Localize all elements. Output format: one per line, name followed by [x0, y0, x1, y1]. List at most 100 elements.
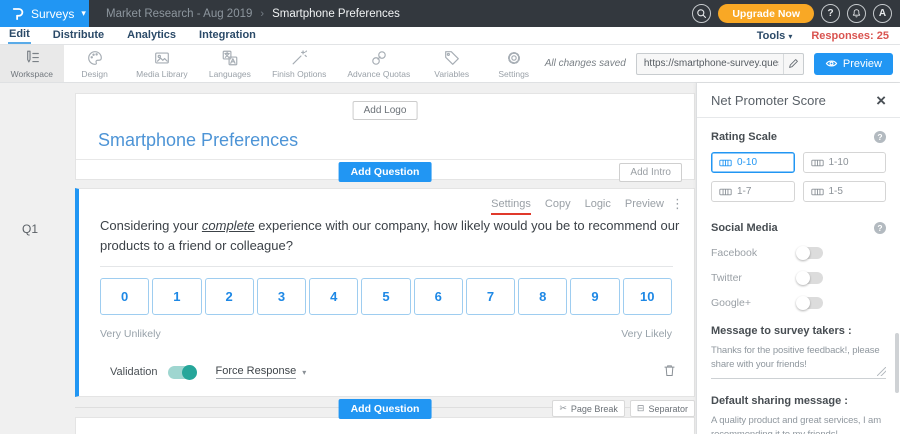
scale-option-5[interactable]: 5 — [361, 278, 410, 315]
search-button[interactable] — [692, 4, 711, 23]
responses-count[interactable]: Responses: 25 — [811, 30, 889, 42]
gear-icon — [505, 49, 523, 67]
topbar: Surveys ▾ Market Research - Aug 2019 › S… — [0, 0, 900, 27]
panel-header: Net Promoter Score × — [711, 83, 886, 117]
scale-option-2[interactable]: 2 — [205, 278, 254, 315]
scale-option-3[interactable]: 3 — [257, 278, 306, 315]
separator-button[interactable]: ⊟ Separator — [630, 400, 695, 417]
menu-integration[interactable]: Integration — [198, 28, 257, 43]
social-row-twitter: Twitter — [711, 272, 886, 284]
toolbar-advance-quotas[interactable]: Advance Quotas — [337, 45, 421, 82]
upgrade-now-button[interactable]: Upgrade Now — [718, 4, 814, 23]
add-question-row: Add Question ✂ Page Break ⊟ Separator — [75, 399, 695, 417]
tab-preview[interactable]: Preview — [625, 198, 664, 215]
insert-buttons: ✂ Page Break ⊟ Separator — [552, 400, 695, 417]
scale-type-0-10[interactable]: 0-10 — [711, 152, 795, 173]
translate-icon — [221, 49, 239, 67]
workspace-icon — [23, 49, 41, 67]
help-button[interactable]: ? — [821, 4, 840, 23]
scale-option-8[interactable]: 8 — [518, 278, 567, 315]
add-question-button-bottom[interactable]: Add Question — [339, 399, 432, 419]
message-to-survey-takers-input[interactable]: Thanks for the positive feedback!, pleas… — [711, 344, 886, 379]
tab-logic[interactable]: Logic — [585, 198, 611, 215]
menu-edit[interactable]: Edit — [8, 27, 31, 44]
googleplus-toggle[interactable] — [797, 297, 823, 309]
tab-settings[interactable]: Settings — [491, 198, 531, 215]
validation-toggle[interactable] — [168, 366, 196, 379]
editor-toolbar: Workspace Design Media Library Languages… — [0, 45, 900, 83]
default-sharing-message-input[interactable]: A quality product and great services, I … — [711, 414, 886, 434]
surveys-product-menu[interactable]: Surveys ▾ — [0, 0, 89, 27]
scale-option-10[interactable]: 10 — [623, 278, 672, 315]
validation-type-dropdown[interactable]: Force Response ▾ — [216, 365, 307, 379]
question-text[interactable]: Considering your complete experience wit… — [100, 216, 680, 256]
social-row-googleplus: Google+ — [711, 297, 886, 309]
toolbar-languages[interactable]: Languages — [198, 45, 261, 82]
question-more-menu[interactable]: ⋮ — [671, 197, 684, 210]
edit-url-button[interactable] — [783, 54, 803, 74]
add-question-button-top[interactable]: Add Question — [339, 162, 432, 182]
scale-option-9[interactable]: 9 — [570, 278, 619, 315]
validation-row: Validation Force Response ▾ — [110, 363, 678, 381]
social-media-header: Social Media ? — [711, 222, 886, 234]
rating-scale-label: Rating Scale — [711, 131, 777, 143]
toolbar-variables[interactable]: Variables — [421, 45, 483, 82]
rating-scale-header: Rating Scale ? — [711, 131, 886, 143]
scale-type-1-7[interactable]: 1-7 — [711, 181, 795, 202]
chevron-down-icon: ▾ — [81, 8, 86, 19]
toolbar-workspace[interactable]: Workspace — [0, 45, 64, 82]
scissors-icon: ✂ — [559, 403, 567, 414]
question-settings-panel: Net Promoter Score × Rating Scale ? 0-10… — [696, 83, 900, 434]
default-sharing-message-label: Default sharing message : — [711, 395, 886, 407]
questionpro-logo-icon — [10, 6, 25, 21]
account-button[interactable]: A — [873, 4, 892, 23]
survey-title[interactable]: Smartphone Preferences — [98, 130, 298, 151]
scale-anchors: Very Unlikely Very Likely — [100, 328, 672, 340]
anchor-very-unlikely: Very Unlikely — [100, 328, 161, 340]
notifications-button[interactable] — [847, 4, 866, 23]
page-break-button[interactable]: ✂ Page Break — [552, 400, 625, 417]
scale-option-6[interactable]: 6 — [414, 278, 463, 315]
question-number: Q1 — [22, 222, 38, 236]
toolbar-right: All changes saved Preview — [545, 45, 900, 82]
toolbar-finish-options[interactable]: Finish Options — [262, 45, 337, 82]
breadcrumb-folder[interactable]: Market Research - Aug 2019 — [106, 8, 252, 20]
survey-url-input[interactable] — [637, 58, 783, 69]
eye-icon — [825, 58, 838, 69]
menu-analytics[interactable]: Analytics — [126, 28, 177, 43]
scale-icon — [719, 158, 732, 168]
scale-type-1-10[interactable]: 1-10 — [803, 152, 887, 173]
delete-question-button[interactable] — [660, 363, 678, 381]
image-icon — [153, 49, 171, 67]
tab-copy[interactable]: Copy — [545, 198, 571, 215]
help-icon[interactable]: ? — [874, 222, 886, 234]
anchor-very-likely: Very Likely — [621, 328, 672, 340]
survey-canvas: Q1 Add Logo Smartphone Preferences Add Q… — [0, 83, 696, 434]
scale-option-0[interactable]: 0 — [100, 278, 149, 315]
add-intro-button[interactable]: Add Intro — [619, 163, 682, 182]
nps-scale: 0 1 2 3 4 5 6 7 8 9 10 — [100, 278, 672, 315]
scale-type-1-5[interactable]: 1-5 — [803, 181, 887, 202]
preview-button[interactable]: Preview — [814, 53, 893, 75]
menu-distribute[interactable]: Distribute — [52, 28, 105, 43]
panel-scrollbar[interactable] — [895, 333, 899, 393]
toolbar-design[interactable]: Design — [64, 45, 126, 82]
toolbar-media-library[interactable]: Media Library — [126, 45, 199, 82]
palette-icon — [86, 49, 104, 67]
close-panel-button[interactable]: × — [876, 92, 886, 109]
question-text-emphasis: complete — [202, 218, 255, 233]
chevron-down-icon: ▾ — [302, 368, 306, 377]
tools-dropdown[interactable]: Tools ▾ — [757, 30, 793, 42]
rating-scale-options: 0-10 1-10 1-7 1-5 — [711, 152, 886, 202]
resize-handle[interactable] — [877, 367, 886, 376]
scale-option-7[interactable]: 7 — [466, 278, 515, 315]
social-media-label: Social Media — [711, 222, 778, 234]
toolbar-settings[interactable]: Settings — [483, 45, 545, 82]
help-icon[interactable]: ? — [874, 131, 886, 143]
twitter-toggle[interactable] — [797, 272, 823, 284]
scale-option-1[interactable]: 1 — [152, 278, 201, 315]
facebook-toggle[interactable] — [797, 247, 823, 259]
scale-option-4[interactable]: 4 — [309, 278, 358, 315]
add-logo-button[interactable]: Add Logo — [353, 101, 418, 120]
divider — [697, 117, 900, 118]
